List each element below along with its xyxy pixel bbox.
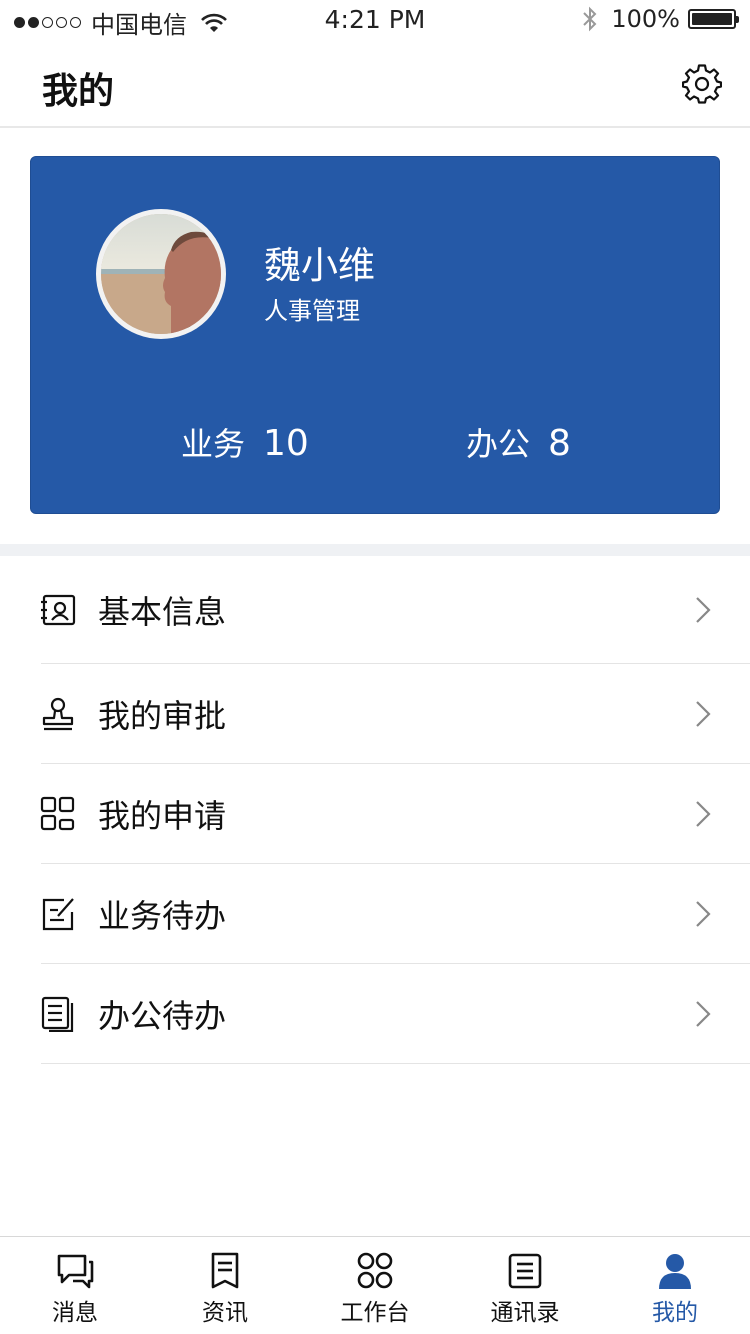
- menu-label: 我的审批: [98, 697, 227, 735]
- menu-label: 基本信息: [98, 593, 227, 631]
- chevron-right-icon: [696, 1001, 711, 1027]
- grid-icon: [40, 796, 75, 831]
- id-card-icon: [41, 594, 76, 626]
- tab-label: 我的: [652, 1300, 698, 1326]
- menu-item-basic-info[interactable]: 基本信息: [0, 556, 750, 664]
- chevron-right-icon: [696, 801, 711, 827]
- menu-item-business-todo[interactable]: 业务待办: [0, 864, 750, 964]
- chat-icon: [57, 1254, 94, 1289]
- stat-label: 办公: [466, 425, 531, 463]
- avatar-photo: [101, 214, 221, 334]
- gear-icon[interactable]: [682, 64, 722, 104]
- user-icon: [659, 1254, 691, 1289]
- stat-value: 8: [548, 423, 571, 464]
- stat-office[interactable]: 办公 8: [466, 419, 571, 465]
- chevron-right-icon: [696, 701, 711, 727]
- news-icon: [211, 1252, 239, 1289]
- tab-news[interactable]: 资讯: [150, 1237, 300, 1334]
- tab-workbench[interactable]: 工作台: [300, 1237, 450, 1334]
- tab-mine[interactable]: 我的: [600, 1237, 750, 1334]
- user-department: 人事管理: [264, 297, 360, 325]
- tab-label: 资讯: [202, 1300, 248, 1326]
- battery-percentage: 100%: [611, 5, 680, 33]
- section-divider: [0, 544, 750, 556]
- tab-label: 通讯录: [490, 1300, 560, 1326]
- edit-doc-icon: [42, 898, 74, 931]
- menu-label: 办公待办: [98, 997, 227, 1035]
- document-icon: [41, 996, 74, 1032]
- status-bar: 中国电信 4:21 PM 100%: [0, 0, 750, 40]
- chevron-right-icon: [696, 597, 711, 623]
- menu-item-my-approval[interactable]: 我的审批: [0, 664, 750, 764]
- menu-item-office-todo[interactable]: 办公待办: [0, 964, 750, 1064]
- menu-list: 基本信息 我的审批 我的申请 业务待办 办公待办: [0, 556, 750, 1064]
- stat-business[interactable]: 业务 10: [181, 419, 309, 465]
- battery-icon: [688, 9, 739, 29]
- status-right: 100%: [581, 5, 739, 33]
- menu-label: 我的申请: [98, 797, 227, 835]
- tab-label: 消息: [52, 1300, 98, 1326]
- profile-card[interactable]: 魏小维 人事管理 业务 10 办公 8: [30, 156, 720, 514]
- page-title: 我的: [42, 71, 115, 112]
- stat-value: 10: [263, 423, 309, 464]
- tab-bar: 消息 资讯 工作台 通讯录 我的: [0, 1236, 750, 1334]
- user-name: 魏小维: [264, 244, 375, 287]
- stamp-icon: [42, 697, 74, 731]
- tab-contacts[interactable]: 通讯录: [450, 1237, 600, 1334]
- menu-label: 业务待办: [98, 897, 227, 935]
- menu-item-my-application[interactable]: 我的申请: [0, 764, 750, 864]
- avatar[interactable]: [96, 209, 226, 339]
- nav-bar: 我的: [0, 40, 750, 128]
- chevron-right-icon: [696, 901, 711, 927]
- tab-label: 工作台: [340, 1300, 410, 1326]
- workbench-icon: [357, 1252, 393, 1289]
- tab-messages[interactable]: 消息: [0, 1237, 150, 1334]
- contacts-icon: [508, 1253, 542, 1289]
- bluetooth-icon: [583, 6, 597, 32]
- stat-label: 业务: [181, 425, 246, 463]
